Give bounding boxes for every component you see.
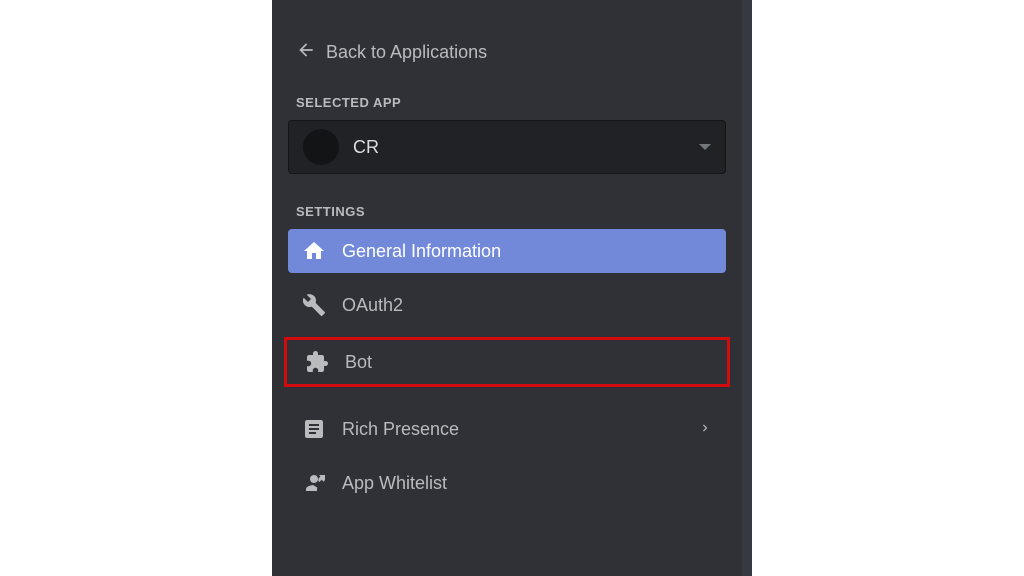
highlight-annotation: Bot bbox=[284, 337, 730, 387]
chevron-down-icon bbox=[699, 144, 711, 150]
settings-nav: General Information OAuth2 Bot bbox=[288, 229, 726, 505]
back-link-label: Back to Applications bbox=[326, 42, 487, 63]
home-icon bbox=[302, 239, 326, 263]
nav-item-oauth2[interactable]: OAuth2 bbox=[288, 283, 726, 327]
nav-item-general-information[interactable]: General Information bbox=[288, 229, 726, 273]
sidebar: Back to Applications SELECTED APP CR SET… bbox=[272, 0, 742, 576]
selected-app-label: SELECTED APP bbox=[296, 95, 726, 110]
nav-item-label: OAuth2 bbox=[342, 295, 403, 316]
app-selector-dropdown[interactable]: CR bbox=[288, 120, 726, 174]
nav-item-rich-presence[interactable]: Rich Presence bbox=[288, 407, 726, 451]
puzzle-piece-icon bbox=[305, 350, 329, 374]
back-to-applications-link[interactable]: Back to Applications bbox=[296, 40, 726, 65]
developer-sidebar-panel: Back to Applications SELECTED APP CR SET… bbox=[272, 0, 752, 576]
nav-item-label: Bot bbox=[345, 352, 372, 373]
document-icon bbox=[302, 417, 326, 441]
nav-item-label: General Information bbox=[342, 241, 501, 262]
nav-item-app-whitelist[interactable]: App Whitelist bbox=[288, 461, 726, 505]
app-name: CR bbox=[353, 137, 699, 158]
settings-label: SETTINGS bbox=[296, 204, 726, 219]
wrench-icon bbox=[302, 293, 326, 317]
arrow-left-icon bbox=[296, 40, 316, 65]
nav-item-bot[interactable]: Bot bbox=[291, 340, 723, 384]
right-panel-edge bbox=[742, 0, 752, 576]
nav-item-label: App Whitelist bbox=[342, 473, 447, 494]
chevron-right-icon bbox=[698, 419, 712, 440]
app-avatar bbox=[303, 129, 339, 165]
nav-item-label: Rich Presence bbox=[342, 419, 459, 440]
person-wave-icon bbox=[302, 471, 326, 495]
